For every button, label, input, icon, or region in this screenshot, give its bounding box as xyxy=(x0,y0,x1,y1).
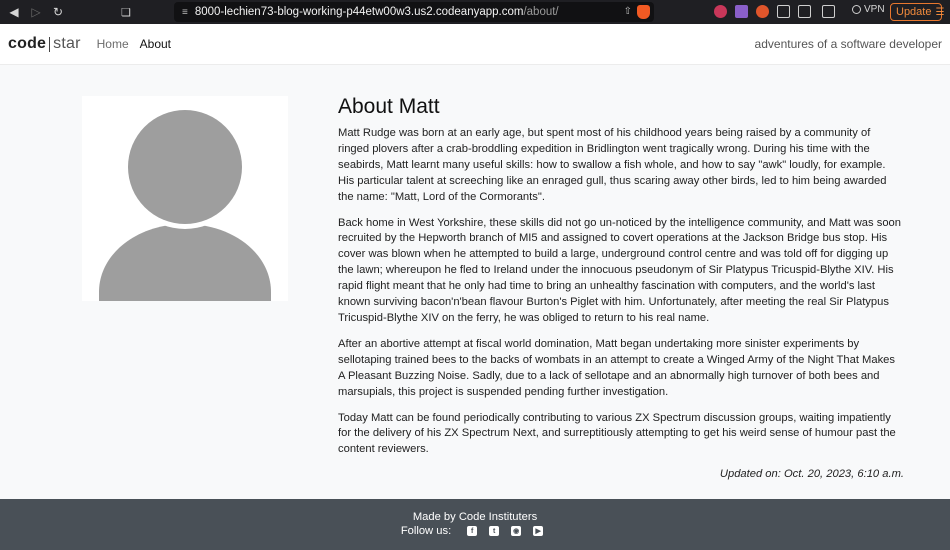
share-icon[interactable]: ⇧ xyxy=(624,6,632,17)
footer-credit: Made by Code Instituters xyxy=(412,511,538,523)
brand-logo[interactable]: code star xyxy=(8,35,81,53)
address-bar[interactable]: ≡ 8000-lechien73-blog-working-p44etw00w3… xyxy=(174,2,654,22)
bookmark-icon[interactable]: ❏ xyxy=(121,6,135,19)
wallet-icon[interactable] xyxy=(822,5,835,18)
url-text[interactable]: 8000-lechien73-blog-working-p44etw00w3.u… xyxy=(195,6,559,18)
back-arrow-icon[interactable]: ◀ xyxy=(3,0,25,24)
extension-ca-icon[interactable] xyxy=(735,5,748,18)
browser-toolbar: ◀ ▷ ↻ ❏ ≡ 8000-lechien73-blog-working-p4… xyxy=(0,0,950,24)
about-paragraph: Back home in West Yorkshire, these skill… xyxy=(338,216,901,324)
extension-red-icon[interactable] xyxy=(714,5,727,18)
brand-divider xyxy=(49,36,51,52)
extension-orange-icon[interactable] xyxy=(756,5,769,18)
main-content: About Matt Matt Rudge was born at an ear… xyxy=(0,65,950,499)
youtube-icon[interactable]: ▶ xyxy=(533,526,544,536)
facebook-icon[interactable]: f xyxy=(467,526,478,536)
footer-social: Follow us: f t ◉ ▶ xyxy=(0,525,950,537)
nav-link-home[interactable]: Home xyxy=(97,37,129,51)
vpn-icon xyxy=(852,5,861,14)
extensions-puzzle-icon[interactable] xyxy=(777,5,790,18)
about-section: About Matt Matt Rudge was born at an ear… xyxy=(338,95,904,480)
twitter-icon[interactable]: t xyxy=(489,526,500,536)
sidebar-icon[interactable] xyxy=(798,5,811,18)
menu-icon: ☰ xyxy=(935,6,945,18)
site-settings-icon[interactable]: ≡ xyxy=(182,7,188,18)
updated-timestamp: Updated on: Oct. 20, 2023, 6:10 a.m. xyxy=(719,468,904,481)
reload-icon[interactable]: ↻ xyxy=(47,0,69,24)
site-footer: Made by Code Instituters Follow us: f t … xyxy=(0,499,950,550)
page-title: About Matt xyxy=(338,95,440,118)
forward-arrow-icon[interactable]: ▷ xyxy=(25,0,47,24)
instagram-icon[interactable]: ◉ xyxy=(511,526,522,536)
brave-shield-icon[interactable] xyxy=(637,5,650,19)
site-navbar: code star Home About adventures of a sof… xyxy=(0,24,950,65)
about-paragraph: Matt Rudge was born at an early age, but… xyxy=(338,127,887,203)
update-button[interactable]: Update ☰ xyxy=(890,3,945,21)
vpn-button[interactable]: VPN xyxy=(852,4,885,15)
about-paragraph: After an abortive attempt at fiscal worl… xyxy=(338,337,895,398)
default-user-icon xyxy=(82,96,288,301)
site-tagline: adventures of a software developer xyxy=(754,37,942,51)
nav-link-about[interactable]: About xyxy=(140,37,171,51)
follow-label: Follow us: xyxy=(400,525,452,537)
about-paragraph: Today Matt can be found periodically con… xyxy=(338,411,896,456)
profile-avatar xyxy=(82,96,288,301)
